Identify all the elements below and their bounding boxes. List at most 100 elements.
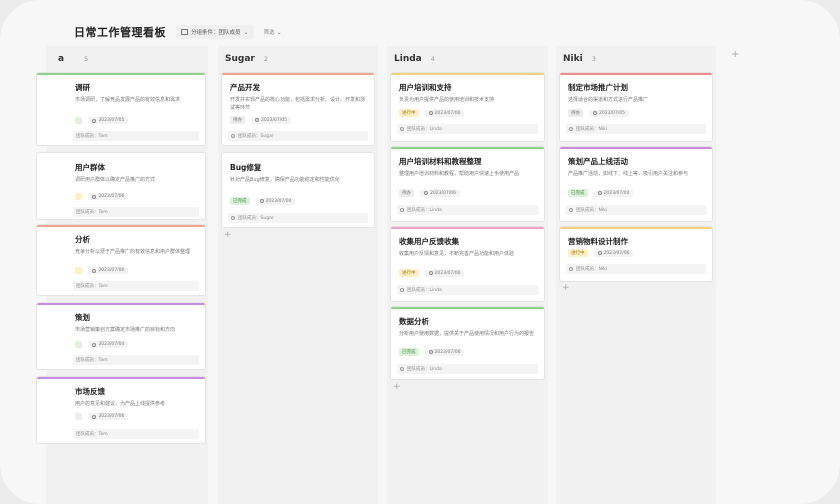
task-card[interactable]: 市场反馈 用户的意见和建议，为产品上线提供参考 2023/07/06 团队成员：… xyxy=(36,376,206,444)
card-description: 选择适合的渠道和方式进行产品推广 xyxy=(568,97,649,103)
clock-icon xyxy=(597,191,602,195)
status-tag xyxy=(75,341,83,348)
card-assignee: 团队成员：Tom xyxy=(76,358,108,363)
task-card[interactable]: 用户群体 调研用户群体以确定产品推广的方式 2023/07/06 团队成员：To… xyxy=(36,152,206,220)
card-description: 分析用户使用数据，提供关于产品使用情况和用户行为的报告 xyxy=(399,331,535,337)
task-card[interactable]: 数据分析 分析用户使用数据，提供关于产品使用情况和用户行为的报告 已完成 202… xyxy=(390,306,545,380)
card-date: 2023/07/06 xyxy=(98,194,125,199)
card-title: 产品开发 xyxy=(230,83,260,92)
group-icon xyxy=(181,29,188,35)
group-by-label: 分组条件：团队成员 xyxy=(191,30,241,36)
status-tag: 进行中 xyxy=(399,269,419,277)
add-column-button[interactable]: + xyxy=(731,49,739,60)
card-title: 用户群体 xyxy=(75,163,105,172)
kanban-board: 日常工作管理看板 分组条件：团队成员 ⌄ 筛选 ⌄ a 5 调研 市场调研，了解… xyxy=(0,0,840,504)
task-card[interactable]: Bug修复 针对产品Bug修复，确保产品功能稳定和性能优化 已完成 2023/0… xyxy=(221,152,375,228)
filter-button[interactable]: 筛选 ⌄ xyxy=(264,28,282,37)
status-tag xyxy=(75,193,83,200)
card-date: 2023/07/04 xyxy=(265,198,292,204)
column-header: Niki 3 xyxy=(563,54,596,64)
assignee-chip: 团队成员：Linda xyxy=(397,205,538,215)
card-date: 2023/07/06 xyxy=(434,110,461,116)
card-description: 针对产品Bug修复，确保产品功能稳定和性能优化 xyxy=(230,177,340,183)
task-card[interactable]: 调研 市场调研，了解竞品发展产品的有效信息和需求 ​ 2023/07/05 团队… xyxy=(36,72,206,146)
card-title: 调研 xyxy=(75,83,90,92)
card-assignee: 团队成员：Linda xyxy=(407,208,442,213)
assignee-chip: 团队成员：Sugar xyxy=(228,131,368,141)
card-description: 市场营销策划方案确定市场推广的目标和方向 xyxy=(75,327,176,333)
status-tag: ​ xyxy=(75,117,83,124)
clock-icon xyxy=(92,118,97,123)
assignee-chip: 团队成员：Tom xyxy=(73,281,199,291)
date-chip: 2023/07/06 xyxy=(424,269,465,277)
add-card-button[interactable]: + xyxy=(224,230,232,240)
status-tag: 已完成 xyxy=(230,197,250,205)
task-card[interactable]: 收集用户反馈收集 收集用户反馈和意见，不断完善产品功能和用户体验 进行中 202… xyxy=(390,226,545,302)
assignee-chip: 团队成员：Tom xyxy=(73,131,199,141)
card-title: 分析 xyxy=(75,235,90,244)
date-chip: 2023/07/04 xyxy=(255,197,296,205)
clock-icon xyxy=(259,199,264,203)
clock-icon xyxy=(92,268,97,273)
clock-icon xyxy=(255,118,259,122)
card-title: 营销物料设计制作 xyxy=(568,237,628,246)
task-card[interactable]: 营销物料设计制作 进行中 2023/07/06 团队成员：Niki xyxy=(559,226,713,282)
card-title: 市场反馈 xyxy=(75,387,105,396)
user-icon xyxy=(231,134,235,138)
chevron-down-icon: ⌄ xyxy=(243,28,249,36)
card-date: 2023/07/05 xyxy=(261,117,287,123)
column-count: 4 xyxy=(430,55,435,63)
card-description: 收集用户反馈和意见，不断完善产品功能和用户体验 xyxy=(399,251,515,257)
user-icon xyxy=(569,127,573,131)
add-card-button[interactable]: + xyxy=(393,382,401,392)
user-icon xyxy=(400,127,404,131)
card-description: 整理用户培训材料和教程，帮助用户快速上手使用产品 xyxy=(399,171,520,177)
column-tom: a 5 调研 市场调研，了解竞品发展产品的有效信息和需求 ​ 2023/07/0… xyxy=(36,46,208,504)
column-header: a 5 xyxy=(58,54,88,64)
assignee-chip: 团队成员：Tom xyxy=(73,207,199,217)
status-tag: 已完成 xyxy=(568,189,588,197)
card-description: 竞争分析以便于产品推广的有效信息和用户群体整理 xyxy=(75,249,191,255)
card-date: 2023/07/06 xyxy=(98,268,125,273)
group-by-button[interactable]: 分组条件：团队成员 ⌄ xyxy=(176,25,254,39)
column-count: 3 xyxy=(591,55,596,63)
task-card[interactable]: 用户培训材料和教程整理 整理用户培训材料和教程，帮助用户快速上手使用产品 待办 … xyxy=(390,146,545,222)
status-tag: 待办 xyxy=(230,116,245,124)
user-icon xyxy=(231,216,235,220)
assignee-chip: 团队成员：Niki xyxy=(566,264,706,274)
card-assignee: 团队成员：Niki xyxy=(576,208,607,213)
add-card-button[interactable]: + xyxy=(562,283,570,293)
status-tag: 已完成 xyxy=(399,348,419,356)
date-chip: 2023/07/05 xyxy=(251,116,291,124)
card-assignee: 团队成员：Linda xyxy=(407,288,442,293)
date-chip: 2023/07/06 xyxy=(420,189,460,197)
task-card[interactable]: 用户培训和支持 负责为用户提供产品的使用培训和技术支持 进行中 2023/07/… xyxy=(390,72,545,142)
date-chip: 2023/07/05 xyxy=(589,109,629,117)
card-date: 2023/07/06 xyxy=(603,250,630,256)
card-date: 2023/07/04 xyxy=(98,342,125,347)
date-chip: 2023/07/05 xyxy=(88,117,129,124)
card-date: 2023/07/05 xyxy=(98,118,125,123)
assignee-chip: 团队成员：Sugar xyxy=(228,213,368,223)
column-count: 2 xyxy=(263,55,268,63)
clock-icon xyxy=(428,111,433,115)
assignee-chip: 团队成员：Tom xyxy=(73,429,199,439)
task-card[interactable]: 策划 市场营销策划方案确定市场推广的目标和方向 2023/07/04 团队成员：… xyxy=(36,302,206,370)
column-linda: Linda 4 用户培训和支持 负责为用户提供产品的使用培训和技术支持 进行中 … xyxy=(387,46,548,504)
task-card[interactable]: 制定市场推广计划 选择适合的渠道和方式进行产品推广 待办 2023/07/05 … xyxy=(559,72,713,142)
card-assignee: 团队成员：Linda xyxy=(407,127,442,132)
task-card[interactable]: 策划产品上线活动 产品推广活动，如线下、线上等，吸引用户关注和参与 已完成 20… xyxy=(559,146,713,222)
column-header: Sugar 2 xyxy=(225,54,268,64)
task-card[interactable]: 分析 竞争分析以便于产品推广的有效信息和用户群体整理 2023/07/06 团队… xyxy=(36,224,206,296)
column-name: a xyxy=(58,54,65,64)
task-card[interactable]: 产品开发 开发并实现产品的核心功能，包括需求分析、设计、开发和测试等环节 待办 … xyxy=(221,72,375,146)
column-header: Linda 4 xyxy=(394,54,435,64)
date-chip: 2023/07/06 xyxy=(424,348,465,356)
card-title: 收集用户反馈收集 xyxy=(399,237,459,246)
card-assignee: 团队成员：Tom xyxy=(76,284,108,289)
assignee-chip: 团队成员：Linda xyxy=(397,364,538,374)
card-date: 2023/07/06 xyxy=(98,414,125,419)
date-chip: 2023/07/06 xyxy=(424,109,465,117)
card-title: 用户培训和支持 xyxy=(399,83,452,92)
assignee-chip: 团队成员：Linda xyxy=(397,124,538,134)
